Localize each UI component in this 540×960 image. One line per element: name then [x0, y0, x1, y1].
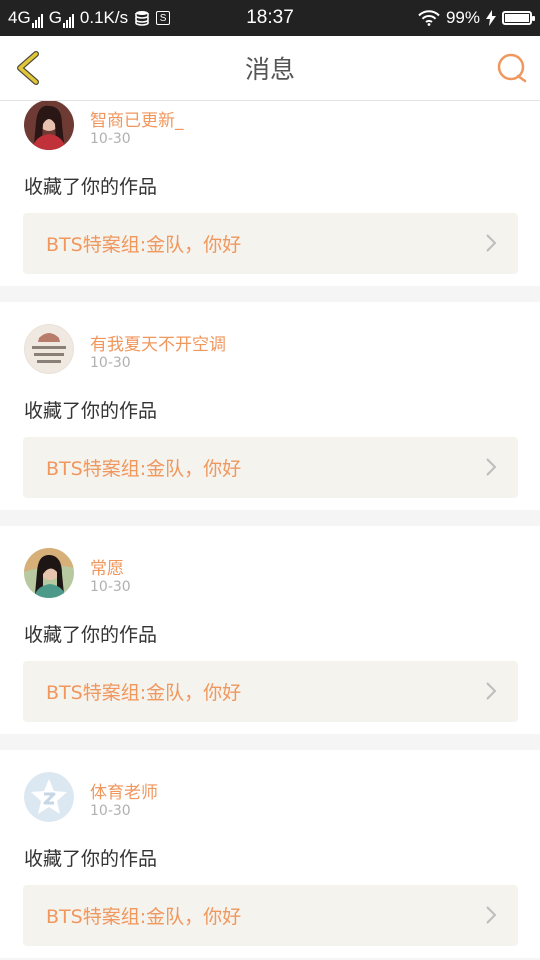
message-action: 收藏了你的作品	[24, 624, 158, 646]
work-link[interactable]: BTS特案组:金队，你好	[23, 213, 518, 274]
search-icon	[497, 53, 527, 83]
battery-fill	[505, 14, 529, 22]
username[interactable]: 有我夏天不开空调	[90, 330, 226, 355]
avatar[interactable]	[24, 101, 74, 150]
avatar[interactable]	[24, 548, 74, 598]
username[interactable]: 智商已更新_	[90, 106, 184, 131]
charging-icon	[486, 10, 496, 26]
message-item: 体育老师 10-30 收藏了你的作品 BTS特案组:金队，你好	[0, 750, 540, 958]
avatar[interactable]	[24, 324, 74, 374]
message-action: 收藏了你的作品	[24, 848, 158, 870]
chevron-right-icon	[486, 458, 497, 476]
message-action: 收藏了你的作品	[24, 176, 158, 198]
default-avatar-icon[interactable]	[24, 772, 74, 822]
username[interactable]: 体育老师	[90, 778, 158, 803]
chevron-right-icon	[486, 906, 497, 924]
message-time: 10-30	[90, 131, 131, 147]
message-action: 收藏了你的作品	[24, 400, 158, 422]
chevron-right-icon	[486, 682, 497, 700]
top-nav-bar: 消息	[0, 36, 540, 101]
search-button[interactable]	[494, 50, 530, 86]
message-list[interactable]: 智商已更新_ 10-30 收藏了你的作品 BTS特案组:金队，你好 有我夏天不开…	[0, 101, 540, 960]
message-item: 智商已更新_ 10-30 收藏了你的作品 BTS特案组:金队，你好	[0, 101, 540, 286]
message-time: 10-30	[90, 579, 131, 595]
work-link[interactable]: BTS特案组:金队，你好	[23, 885, 518, 946]
message-list-scroll: 智商已更新_ 10-30 收藏了你的作品 BTS特案组:金队，你好 有我夏天不开…	[0, 101, 540, 960]
work-link[interactable]: BTS特案组:金队，你好	[23, 437, 518, 498]
battery-percent: 99%	[445, 8, 480, 27]
message-time: 10-30	[90, 355, 131, 371]
chevron-right-icon	[486, 234, 497, 252]
battery-icon	[502, 11, 535, 25]
message-item: 常愿 10-30 收藏了你的作品 BTS特案组:金队，你好	[0, 526, 540, 734]
work-link[interactable]: BTS特案组:金队，你好	[23, 661, 518, 722]
wifi-icon	[418, 10, 440, 26]
work-title: BTS特案组:金队，你好	[46, 682, 242, 704]
page-title: 消息	[244, 55, 295, 84]
work-title: BTS特案组:金队，你好	[46, 458, 242, 480]
status-right: 99%	[418, 0, 535, 36]
message-item: 有我夏天不开空调 10-30 收藏了你的作品 BTS特案组:金队，你好	[0, 302, 540, 510]
status-bar: 4G G 0.1K/s S 18:37 99%	[0, 0, 540, 36]
username[interactable]: 常愿	[90, 554, 124, 579]
work-title: BTS特案组:金队，你好	[46, 234, 242, 256]
work-title: BTS特案组:金队，你好	[46, 906, 242, 928]
message-time: 10-30	[90, 803, 131, 819]
